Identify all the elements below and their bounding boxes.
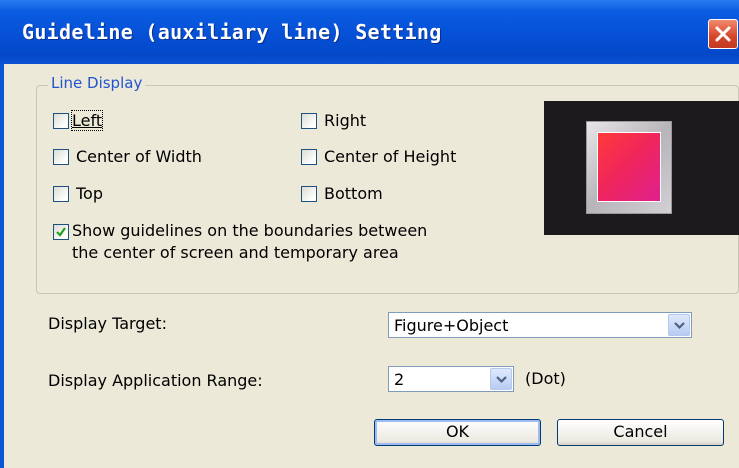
application-range-unit: (Dot) <box>525 369 566 388</box>
dialog-title: Guideline (auxiliary line) Setting <box>22 20 442 44</box>
guideline-preview-image <box>544 101 739 235</box>
close-button[interactable] <box>708 19 738 49</box>
right-checkbox[interactable] <box>301 113 317 129</box>
application-range-value: 2 <box>394 370 405 389</box>
center-of-height-label[interactable]: Center of Height <box>324 147 456 166</box>
boundaries-label-line2[interactable]: the center of screen and temporary area <box>72 243 399 262</box>
top-label[interactable]: Top <box>76 184 103 203</box>
display-target-select[interactable]: Figure+Object <box>388 312 692 338</box>
chevron-down-icon <box>496 376 507 384</box>
dialog-window: Guideline (auxiliary line) Setting Line … <box>0 0 739 468</box>
display-target-dropdown-button[interactable] <box>668 314 690 336</box>
ok-button[interactable]: OK <box>374 419 541 446</box>
left-checkbox[interactable] <box>53 113 69 129</box>
application-range-select[interactable]: 2 <box>388 366 514 392</box>
top-checkbox[interactable] <box>53 186 69 202</box>
bottom-label[interactable]: Bottom <box>324 184 383 203</box>
boundaries-label-line1[interactable]: Show guidelines on the boundaries betwee… <box>72 221 427 240</box>
right-label[interactable]: Right <box>324 111 366 130</box>
chevron-down-icon <box>674 322 685 330</box>
display-target-value: Figure+Object <box>394 316 509 335</box>
application-range-dropdown-button[interactable] <box>490 368 512 390</box>
line-display-legend: Line Display <box>48 74 146 92</box>
bottom-checkbox[interactable] <box>301 186 317 202</box>
boundaries-checkbox[interactable] <box>53 224 69 240</box>
left-label[interactable]: Left <box>70 110 104 131</box>
close-icon <box>715 26 731 42</box>
center-of-width-label[interactable]: Center of Width <box>76 147 202 166</box>
title-bar[interactable]: Guideline (auxiliary line) Setting <box>0 0 739 64</box>
center-of-width-checkbox[interactable] <box>53 149 69 165</box>
display-target-label: Display Target: <box>48 314 167 333</box>
cancel-button[interactable]: Cancel <box>557 419 724 446</box>
application-range-label: Display Application Range: <box>48 371 263 390</box>
preview-figure <box>597 132 661 202</box>
checkmark-icon <box>56 227 66 237</box>
center-of-height-checkbox[interactable] <box>301 149 317 165</box>
